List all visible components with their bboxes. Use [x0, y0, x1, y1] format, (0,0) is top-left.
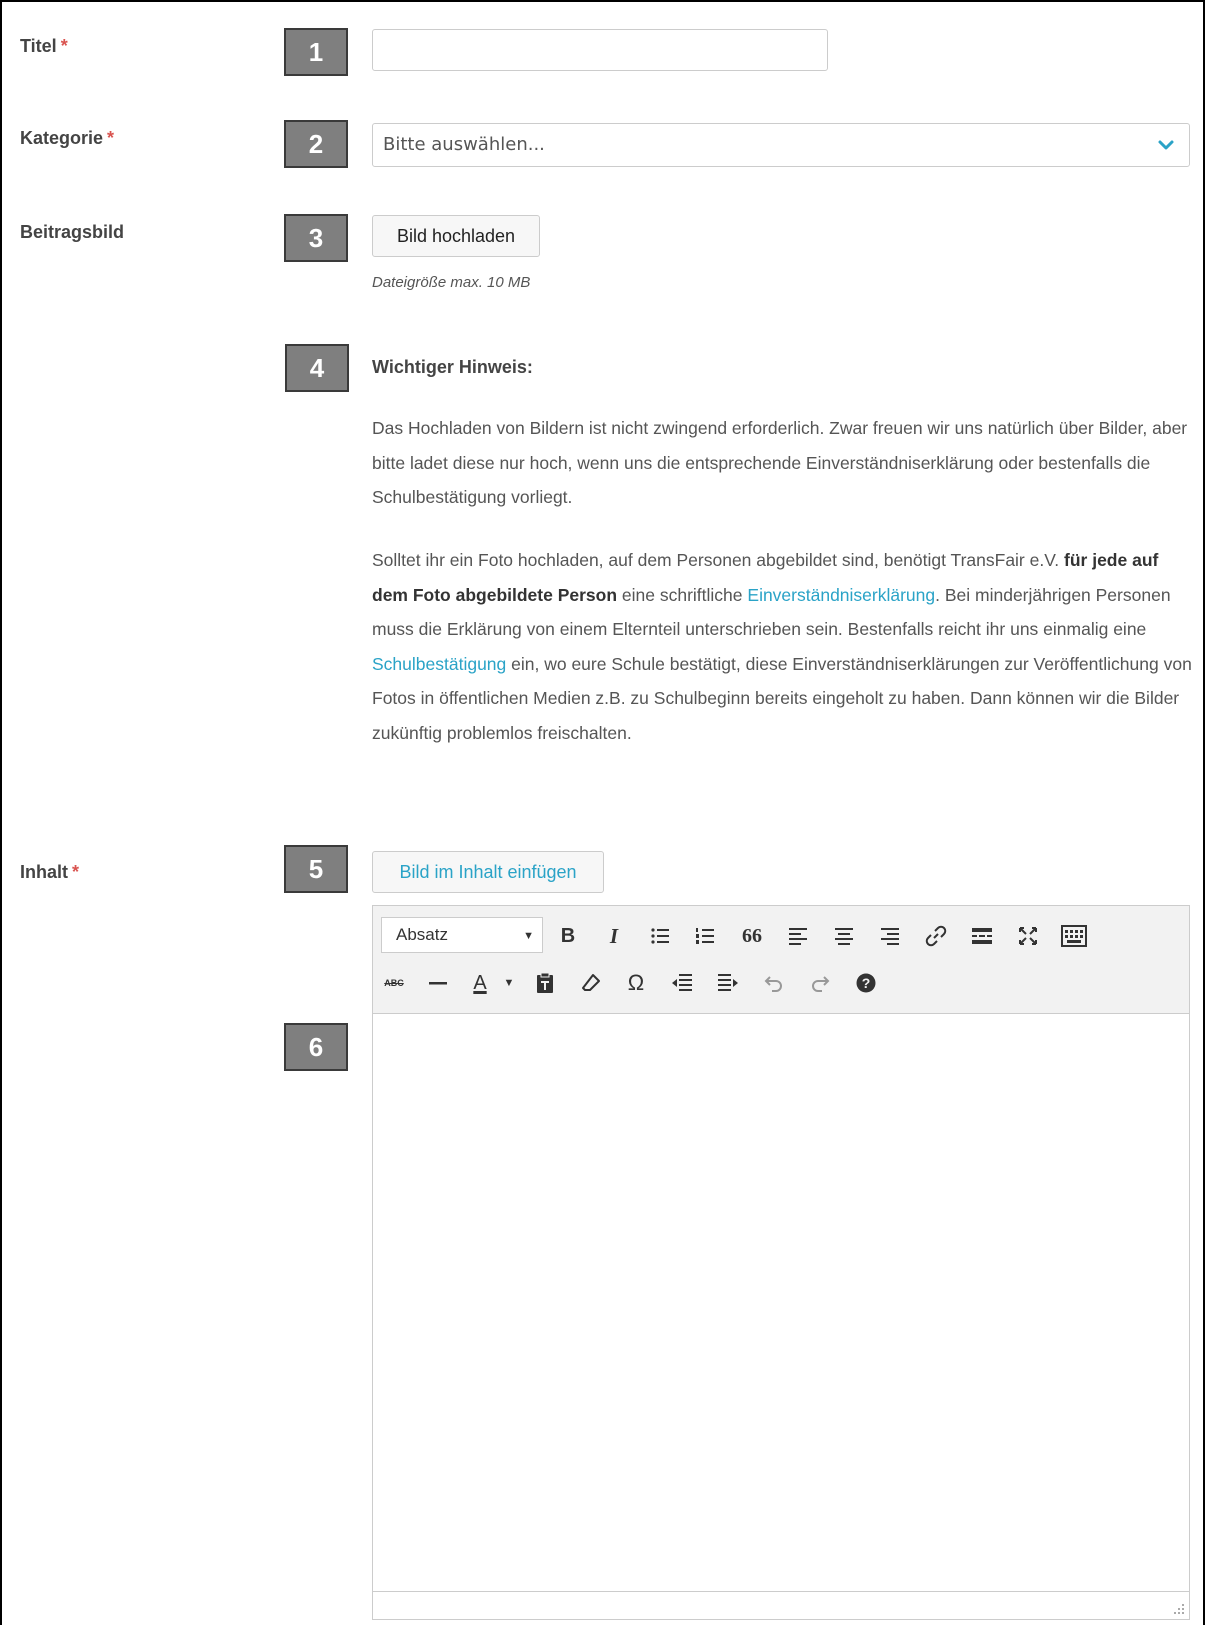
blockquote-icon[interactable]: 66 [737, 921, 767, 951]
align-center-icon[interactable] [829, 921, 859, 951]
chevron-down-icon [1158, 140, 1174, 150]
read-more-icon[interactable] [967, 921, 997, 951]
svg-text:?: ? [862, 975, 871, 991]
format-select[interactable]: Absatz ▼ [381, 917, 543, 953]
fullscreen-icon[interactable] [1013, 921, 1043, 951]
text-color-icon[interactable]: A [465, 968, 495, 998]
bold-icon[interactable]: B [553, 921, 583, 951]
step-badge-1: 1 [284, 28, 348, 76]
title-label-text: Titel [20, 36, 57, 56]
required-mark: * [107, 128, 115, 148]
step-badge-4: 4 [285, 344, 349, 392]
undo-icon[interactable] [759, 968, 789, 998]
content-editor[interactable]: Absatz ▼ B I 66 ABC A ▼ Ω ? [372, 905, 1190, 1620]
image-label: Beitragsbild [20, 222, 125, 242]
outdent-icon[interactable] [667, 968, 697, 998]
step-badge-2: 2 [284, 120, 348, 168]
content-label: Inhalt * [20, 862, 79, 883]
align-right-icon[interactable] [875, 921, 905, 951]
redo-icon[interactable] [805, 968, 835, 998]
upload-image-button[interactable]: Bild hochladen [372, 215, 540, 257]
category-label-text: Kategorie [20, 128, 104, 148]
file-size-hint: Dateigröße max. 10 MB [372, 274, 531, 291]
step-badge-5: 5 [284, 845, 348, 893]
editor-statusbar [373, 1591, 1189, 1619]
consent-form-link[interactable]: Einverständniserklärung [747, 585, 935, 605]
horizontal-line-icon[interactable] [423, 968, 453, 998]
bullet-list-icon[interactable] [645, 921, 675, 951]
required-mark: * [60, 36, 68, 56]
special-char-icon[interactable]: Ω [621, 968, 651, 998]
category-select-value: Bitte auswählen... [383, 134, 545, 155]
category-select[interactable]: Bitte auswählen... [372, 123, 1190, 167]
content-label-text: Inhalt [20, 862, 68, 882]
format-select-value: Absatz [396, 925, 448, 944]
category-label: Kategorie * [20, 128, 114, 149]
editor-toolbar: Absatz ▼ B I 66 ABC A ▼ Ω ? [373, 906, 1189, 1014]
indent-icon[interactable] [713, 968, 743, 998]
caret-down-icon: ▼ [523, 930, 534, 942]
link-icon[interactable] [921, 921, 951, 951]
numbered-list-icon[interactable] [690, 921, 720, 951]
school-confirmation-link[interactable]: Schulbestätigung [372, 654, 506, 674]
strikethrough-icon[interactable]: ABC [379, 968, 409, 998]
step-badge-6: 6 [284, 1023, 348, 1071]
title-input[interactable] [372, 29, 828, 71]
notice-title: Wichtiger Hinweis: [372, 357, 533, 377]
notice-text: eine schriftliche [617, 584, 748, 605]
help-icon[interactable]: ? [851, 968, 881, 998]
step-badge-3: 3 [284, 214, 348, 262]
resize-handle-icon[interactable] [1173, 1603, 1185, 1615]
notice-paragraph-1: Das Hochladen von Bildern ist nicht zwin… [372, 418, 1188, 507]
italic-icon[interactable]: I [599, 921, 629, 951]
notice-paragraph-2: Solltet ihr ein Foto hochladen, auf dem … [372, 543, 1192, 750]
paste-text-icon[interactable] [530, 968, 560, 998]
align-left-icon[interactable] [783, 921, 813, 951]
title-label: Titel * [20, 36, 68, 57]
notice-text: Solltet ihr ein Foto hochladen, auf dem … [372, 550, 1065, 570]
clear-format-icon[interactable] [576, 968, 606, 998]
text-color-dropdown-icon[interactable]: ▼ [494, 968, 524, 998]
required-mark: * [72, 862, 80, 882]
insert-image-button[interactable]: Bild im Inhalt einfügen [372, 851, 604, 893]
toolbar-toggle-icon[interactable] [1059, 921, 1089, 951]
